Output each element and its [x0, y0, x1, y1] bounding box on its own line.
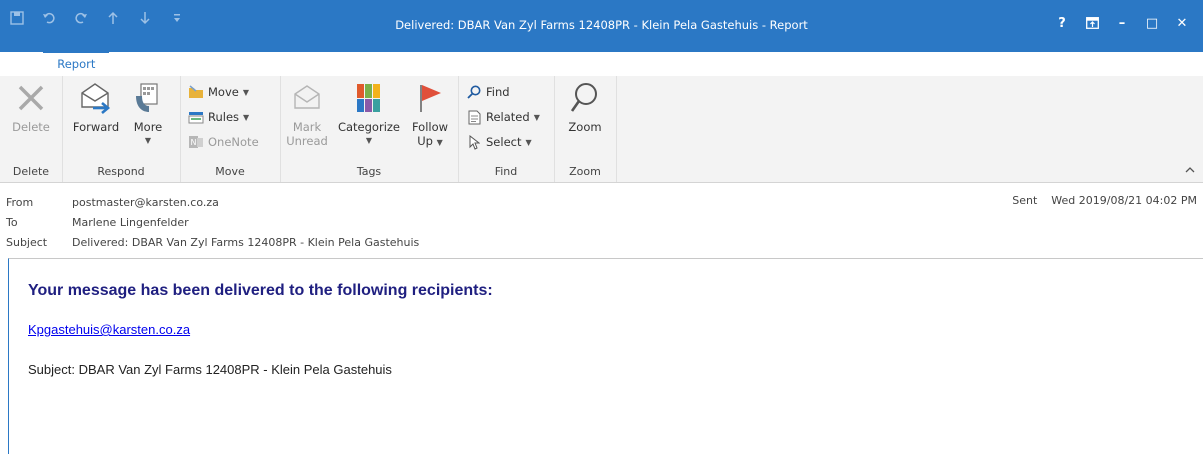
onenote-label: OneNote [208, 135, 259, 149]
maximize-button[interactable]: □ [1137, 12, 1167, 34]
find-button[interactable]: Find [466, 82, 510, 102]
window-title: Delivered: DBAR Van Zyl Farms 12408PR - … [395, 18, 808, 32]
select-button[interactable]: Select ▼ [466, 132, 532, 152]
mark-unread-icon [289, 80, 325, 116]
help-button[interactable]: ? [1047, 12, 1077, 34]
categorize-button[interactable]: Categorize ▼ [336, 80, 402, 148]
rules-label: Rules [208, 110, 240, 124]
group-delete: Delete Delete [0, 76, 63, 182]
move-label: Move [208, 85, 239, 99]
to-label: To [6, 215, 18, 229]
delete-label: Delete [12, 120, 50, 134]
more-label: More [133, 120, 163, 134]
more-respond-button[interactable]: More ▼ [126, 80, 170, 148]
from-value[interactable]: postmaster@karsten.co.za [72, 196, 219, 209]
group-tags: Mark Unread Categorize ▼ Follow Up ▼ Tag… [280, 76, 459, 182]
subject-label: Subject [6, 235, 48, 249]
group-label-zoom: Zoom [569, 165, 601, 178]
delivery-heading: Your message has been delivered to the f… [28, 282, 493, 299]
forward-mail-icon [78, 80, 114, 116]
more-respond-icon [130, 80, 166, 116]
window-controls: ? – □ ✕ [1047, 12, 1197, 34]
from-row: From postmaster@karsten.co.za [0, 193, 900, 211]
ribbon-tabs: File Report [0, 52, 1203, 75]
delete-button[interactable]: Delete [6, 80, 56, 134]
group-label-delete: Delete [12, 165, 50, 178]
zoom-button[interactable]: Zoom [562, 80, 608, 134]
follow-up-label-1: Follow [411, 120, 449, 134]
follow-up-label-2: Up [417, 134, 433, 148]
mark-unread-label-2: Unread [286, 134, 328, 148]
forward-button[interactable]: Forward [68, 80, 124, 134]
close-button[interactable]: ✕ [1167, 12, 1197, 34]
ribbon-display-options-button[interactable] [1077, 12, 1107, 34]
subject-row: Subject Delivered: DBAR Van Zyl Farms 12… [0, 233, 900, 251]
related-button[interactable]: Related ▼ [466, 107, 540, 127]
minimize-button[interactable]: – [1107, 12, 1137, 34]
move-button[interactable]: Move ▼ [188, 82, 249, 102]
mark-unread-button[interactable]: Mark Unread [286, 80, 328, 148]
related-dropdown-icon: ▼ [533, 112, 540, 122]
select-cursor-icon [466, 134, 482, 150]
categorize-label: Categorize [337, 120, 401, 134]
delete-icon [13, 80, 49, 116]
group-find: Find Related ▼ Select ▼ Find [458, 76, 555, 182]
collapse-ribbon-icon[interactable] [1185, 165, 1195, 176]
sent-label: Sent [1012, 194, 1038, 207]
rules-icon [188, 109, 204, 125]
zoom-magnifier-icon [567, 80, 603, 116]
follow-up-dropdown-icon: ▼ [436, 138, 443, 147]
tab-report[interactable]: Report [43, 52, 110, 75]
flag-icon [412, 80, 448, 116]
select-label: Select [486, 135, 522, 149]
follow-up-button[interactable]: Follow Up ▼ [408, 80, 452, 150]
group-label-find: Find [494, 165, 518, 178]
group-label-move: Move [215, 165, 245, 178]
onenote-button[interactable]: N OneNote [188, 132, 259, 152]
delivery-subject: Subject: DBAR Van Zyl Farms 12408PR - Kl… [28, 362, 392, 377]
more-dropdown-icon: ▼ [144, 136, 152, 145]
to-value[interactable]: Marlene Lingenfelder [72, 216, 189, 229]
categorize-icon [351, 80, 387, 116]
related-label: Related [486, 110, 530, 124]
to-row: To Marlene Lingenfelder [0, 213, 900, 231]
zoom-label: Zoom [568, 120, 602, 134]
sent-value: Wed 2019/08/21 04:02 PM [1051, 194, 1197, 207]
related-document-icon [466, 109, 482, 125]
sent-info: Sent Wed 2019/08/21 04:02 PM [1012, 194, 1197, 207]
move-dropdown-icon: ▼ [242, 87, 249, 97]
subject-value: Delivered: DBAR Van Zyl Farms 12408PR - … [72, 235, 420, 249]
find-search-icon [466, 84, 482, 100]
group-move: Move ▼ Rules ▼ N OneNote Move [180, 76, 281, 182]
find-label: Find [486, 85, 510, 99]
group-zoom: Zoom Zoom [554, 76, 617, 182]
follow-up-label-2-wrap: Up ▼ [417, 134, 443, 150]
svg-text:N: N [191, 138, 197, 147]
tab-file[interactable]: File [0, 52, 43, 74]
title-bar: Delivered: DBAR Van Zyl Farms 12408PR - … [0, 0, 1203, 52]
mark-unread-label-1: Mark [292, 120, 322, 134]
onenote-icon: N [188, 134, 204, 150]
rules-dropdown-icon: ▼ [243, 112, 250, 122]
forward-label: Forward [72, 120, 120, 134]
from-label: From [6, 195, 34, 209]
group-respond: Forward More ▼ Respond [62, 76, 181, 182]
move-folder-icon [188, 84, 204, 100]
group-label-tags: Tags [356, 165, 382, 178]
group-label-respond: Respond [97, 165, 145, 178]
rules-button[interactable]: Rules ▼ [188, 107, 249, 127]
recipient-link[interactable]: Kpgastehuis@karsten.co.za [28, 322, 190, 337]
ribbon: Delete Delete Forward More ▼ Respond Mov… [0, 76, 1203, 183]
categorize-dropdown-icon: ▼ [365, 136, 373, 145]
select-dropdown-icon: ▼ [525, 137, 532, 147]
